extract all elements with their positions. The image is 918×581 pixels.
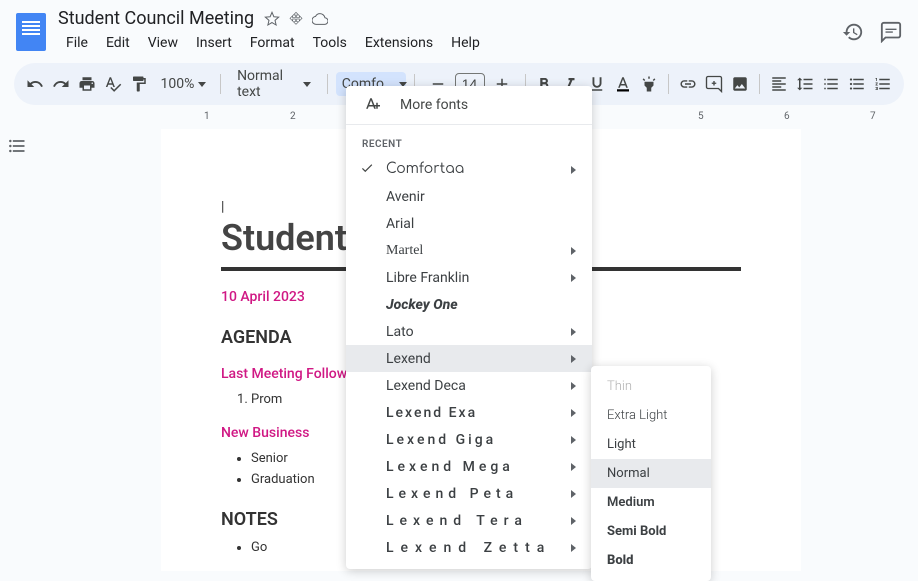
font-name: Lexend Zetta xyxy=(386,540,551,556)
vertical-ruler[interactable] xyxy=(30,123,44,571)
link-button[interactable] xyxy=(676,69,698,99)
menu-extensions[interactable]: Extensions xyxy=(357,31,441,55)
line-spacing-button[interactable] xyxy=(794,69,816,99)
font-name: Lexend Exa xyxy=(386,405,477,421)
font-option[interactable]: Lexend Giga xyxy=(346,426,592,453)
comment-button[interactable] xyxy=(703,69,725,99)
bullet-list-button[interactable] xyxy=(846,69,868,99)
add-font-icon xyxy=(362,96,380,114)
font-option[interactable]: Lexend Peta xyxy=(346,480,592,507)
menu-format[interactable]: Format xyxy=(242,31,303,55)
dropdown-section-label: RECENT xyxy=(346,133,592,156)
spellcheck-button[interactable] xyxy=(102,69,124,99)
font-name: Lato xyxy=(386,324,414,340)
font-option[interactable]: Lexend Exa xyxy=(346,399,592,426)
undo-button[interactable] xyxy=(24,69,46,99)
redo-button[interactable] xyxy=(50,69,72,99)
chevron-right-icon xyxy=(571,436,576,444)
text-color-button[interactable] xyxy=(612,69,634,99)
outline-icon[interactable] xyxy=(4,133,30,159)
font-option[interactable]: Martel xyxy=(346,237,592,264)
numbered-list-button[interactable] xyxy=(872,69,894,99)
font-option[interactable]: Lexend xyxy=(346,345,592,372)
align-button[interactable] xyxy=(767,69,789,99)
menu-file[interactable]: File xyxy=(58,31,96,55)
check-icon xyxy=(360,161,374,179)
font-name: Arial xyxy=(386,216,414,232)
paint-format-button[interactable] xyxy=(128,69,150,99)
font-option[interactable]: Libre Franklin xyxy=(346,264,592,291)
image-button[interactable] xyxy=(729,69,751,99)
weight-option[interactable]: Light xyxy=(591,430,711,459)
highlight-button[interactable] xyxy=(638,69,660,99)
font-name: Libre Franklin xyxy=(386,270,469,286)
zoom-select[interactable]: 100% xyxy=(154,72,212,96)
comment-icon[interactable] xyxy=(880,21,902,43)
star-icon[interactable] xyxy=(264,11,280,27)
checklist-button[interactable] xyxy=(820,69,842,99)
menu-tools[interactable]: Tools xyxy=(305,31,355,55)
font-option[interactable]: Lexend Deca xyxy=(346,372,592,399)
cloud-icon[interactable] xyxy=(312,11,328,27)
menu-view[interactable]: View xyxy=(140,31,186,55)
chevron-right-icon xyxy=(571,490,576,498)
weight-option[interactable]: Medium xyxy=(591,488,711,517)
weight-option[interactable]: Thin xyxy=(591,372,711,401)
font-dropdown: More fonts RECENT Comfortaa Avenir Arial Ma… xyxy=(346,86,592,569)
more-fonts-button[interactable]: More fonts xyxy=(346,86,592,125)
font-name: Lexend xyxy=(386,351,431,367)
font-name: Martel xyxy=(386,243,423,259)
font-name: Avenir xyxy=(386,189,425,205)
font-name: Lexend Tera xyxy=(386,513,528,529)
font-option[interactable]: Arial xyxy=(346,210,592,237)
font-name: Jockey One xyxy=(386,297,458,313)
font-option[interactable]: Avenir xyxy=(346,183,592,210)
chevron-right-icon xyxy=(571,544,576,552)
font-weight-submenu: ThinExtra LightLightNormalMediumSemi Bol… xyxy=(591,366,711,581)
menu-edit[interactable]: Edit xyxy=(98,31,138,55)
font-name: Lexend Mega xyxy=(386,459,514,475)
font-name: Lexend Deca xyxy=(386,378,466,394)
history-icon[interactable] xyxy=(842,21,864,43)
chevron-right-icon xyxy=(571,166,576,174)
font-option[interactable]: Lexend Tera xyxy=(346,507,592,534)
font-option[interactable]: Lexend Mega xyxy=(346,453,592,480)
chevron-right-icon xyxy=(571,355,576,363)
font-name: Lexend Peta xyxy=(386,486,518,502)
weight-option[interactable]: Normal xyxy=(591,459,711,488)
docs-logo-icon[interactable] xyxy=(16,13,46,51)
chevron-right-icon xyxy=(571,463,576,471)
weight-option[interactable]: Semi Bold xyxy=(591,517,711,546)
weight-option[interactable]: Bold xyxy=(591,546,711,575)
font-option[interactable]: Jockey One xyxy=(346,291,592,318)
weight-option[interactable]: Extra Light xyxy=(591,401,711,430)
chevron-right-icon xyxy=(571,517,576,525)
chevron-right-icon xyxy=(571,409,576,417)
font-option[interactable]: Comfortaa xyxy=(346,156,592,183)
document-title[interactable]: Student Council Meeting xyxy=(58,8,254,29)
chevron-right-icon xyxy=(571,328,576,336)
font-option[interactable]: Lato xyxy=(346,318,592,345)
font-name: Lexend Giga xyxy=(386,432,496,448)
chevron-right-icon xyxy=(571,247,576,255)
font-name: Comfortaa xyxy=(386,162,464,177)
move-icon[interactable] xyxy=(288,11,304,27)
menu-help[interactable]: Help xyxy=(443,31,488,55)
print-button[interactable] xyxy=(76,69,98,99)
menu-insert[interactable]: Insert xyxy=(188,31,240,55)
chevron-right-icon xyxy=(571,274,576,282)
paragraph-style-select[interactable]: Normal text xyxy=(229,64,319,104)
font-option[interactable]: Lexend Zetta xyxy=(346,534,592,561)
chevron-right-icon xyxy=(571,382,576,390)
